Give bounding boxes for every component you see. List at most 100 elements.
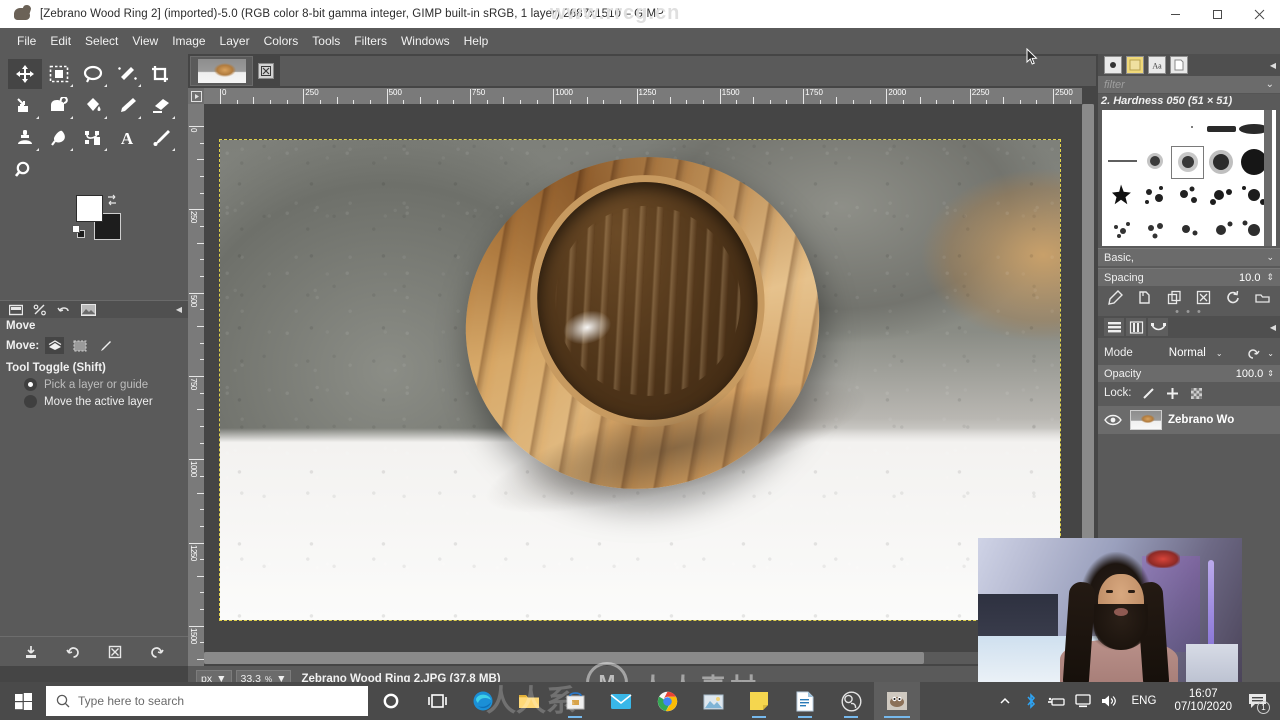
microsoft-edge-icon[interactable] (460, 682, 506, 720)
reset-tool-options-icon[interactable] (147, 642, 167, 662)
zoom-tool[interactable] (8, 155, 42, 185)
bluetooth-icon[interactable] (1018, 682, 1044, 720)
text-tool[interactable]: A (110, 123, 144, 153)
sticky-notes-icon[interactable] (736, 682, 782, 720)
layer-mode-extras[interactable]: ⌄ (1247, 347, 1274, 360)
menu-filters[interactable]: Filters (347, 31, 394, 51)
paintbrush-tool[interactable] (110, 91, 144, 121)
brush-cell[interactable] (1172, 114, 1205, 147)
tool-toggle-option-pick-layer[interactable]: Pick a layer or guide (0, 376, 188, 393)
horizontal-scrollbar-thumb[interactable] (204, 652, 924, 664)
brush-grid-scrollbar[interactable] (1264, 110, 1272, 246)
spacing-row[interactable]: Spacing 10.0 ⇕ (1098, 268, 1280, 286)
brush-cell[interactable] (1106, 147, 1139, 180)
taskbar-clock[interactable]: 16:07 07/10/2020 (1166, 688, 1240, 714)
layer-opacity-row[interactable]: Opacity 100.0 ⇕ (1098, 365, 1280, 382)
move-tool[interactable] (8, 59, 42, 89)
menu-colors[interactable]: Colors (257, 31, 306, 51)
gimp-icon[interactable] (874, 682, 920, 720)
volume-icon[interactable] (1096, 682, 1122, 720)
task-view-icon[interactable] (414, 682, 460, 720)
fonts-tab[interactable]: Aa (1148, 56, 1166, 74)
maximize-button[interactable] (1196, 0, 1238, 28)
warp-transform-tool[interactable] (42, 91, 76, 121)
vertical-scrollbar-thumb[interactable] (1082, 104, 1094, 574)
reset-colors-icon[interactable] (72, 225, 86, 239)
menu-windows[interactable]: Windows (394, 31, 457, 51)
layer-mode-dropdown[interactable]: Normal ⌄ (1169, 347, 1223, 359)
delete-tool-preset-icon[interactable] (105, 642, 125, 662)
move-layer-mode-button[interactable] (45, 337, 65, 354)
minimize-button[interactable] (1154, 0, 1196, 28)
action-center-icon[interactable]: 1 (1240, 682, 1274, 720)
paths-tab[interactable] (1148, 318, 1168, 336)
smudge-tool[interactable] (42, 123, 76, 153)
radio-pick-layer[interactable] (24, 378, 37, 391)
canvas-image[interactable] (219, 117, 1061, 621)
close-tab-icon[interactable] (258, 63, 274, 79)
layer-list-item[interactable]: Zebrano Wo (1098, 406, 1280, 434)
horizontal-ruler[interactable]: 0 250 500 750 1000 1250 1500 1750 2000 2250 2500 (204, 88, 1082, 104)
transform-tool[interactable] (8, 91, 42, 121)
ruler-unit-menu[interactable] (188, 88, 204, 104)
fuzzy-select-tool[interactable] (110, 59, 144, 89)
brush-cell[interactable] (1139, 147, 1172, 180)
show-hidden-icons-chevron[interactable] (992, 682, 1018, 720)
menu-tools[interactable]: Tools (305, 31, 347, 51)
clone-tool[interactable] (8, 123, 42, 153)
radio-move-active-layer[interactable] (24, 395, 37, 408)
chevron-down-icon[interactable]: ⌄ (1266, 79, 1274, 90)
brush-cell[interactable] (1139, 213, 1172, 246)
paths-tool[interactable] (76, 123, 110, 153)
images-tab-icon[interactable] (80, 303, 96, 317)
brush-cell[interactable] (1106, 213, 1139, 246)
microsoft-store-icon[interactable] (552, 682, 598, 720)
brush-cell[interactable] (1172, 213, 1205, 246)
foreground-color-swatch[interactable] (76, 195, 103, 222)
refresh-brushes-icon[interactable] (1224, 288, 1242, 306)
chevron-down-icon[interactable]: ⌄ (1267, 349, 1274, 358)
brush-cell[interactable] (1205, 180, 1238, 213)
eraser-tool[interactable] (144, 91, 178, 121)
layers-tab[interactable] (1104, 318, 1124, 336)
layer-visibility-eye-icon[interactable] (1102, 411, 1124, 429)
brush-cell[interactable] (1205, 114, 1238, 147)
word-icon[interactable] (782, 682, 828, 720)
lock-position-icon[interactable] (1166, 386, 1180, 400)
mail-icon[interactable] (598, 682, 644, 720)
move-selection-mode-button[interactable] (70, 337, 89, 354)
menu-layer[interactable]: Layer (213, 31, 257, 51)
rectangle-select-tool[interactable] (42, 59, 76, 89)
edit-brush-icon[interactable] (1106, 288, 1124, 306)
brush-cell[interactable] (1139, 180, 1172, 213)
brush-filter-row[interactable]: filter ⌄ (1098, 76, 1280, 94)
windows-start-icon[interactable] (0, 682, 46, 720)
restore-tool-preset-icon[interactable] (63, 642, 83, 662)
brush-cell[interactable] (1106, 114, 1139, 147)
new-brush-icon[interactable] (1136, 288, 1154, 306)
chevron-down-icon[interactable]: ⌄ (1266, 252, 1274, 263)
brush-cell[interactable] (1172, 180, 1205, 213)
language-indicator[interactable]: ENG (1122, 695, 1167, 707)
google-chrome-icon[interactable] (644, 682, 690, 720)
image-tab[interactable] (190, 56, 253, 86)
tool-toggle-option-move-layer[interactable]: Move the active layer (0, 393, 188, 410)
spinner-icon[interactable]: ⇕ (1267, 369, 1274, 378)
menu-help[interactable]: Help (457, 31, 496, 51)
lock-pixels-icon[interactable] (1142, 386, 1156, 400)
menu-image[interactable]: Image (165, 31, 212, 51)
open-brush-folder-icon[interactable] (1254, 288, 1272, 306)
lock-alpha-icon[interactable] (1190, 386, 1204, 400)
dock-resize-handle[interactable]: • • • (1098, 307, 1280, 318)
network-icon[interactable] (1070, 682, 1096, 720)
color-picker-tool[interactable] (144, 123, 178, 153)
brush-cell[interactable] (1139, 114, 1172, 147)
tool-options-collapse-arrow[interactable]: ◀ (176, 305, 182, 314)
patterns-tab[interactable] (1126, 56, 1144, 74)
swap-colors-icon[interactable] (106, 193, 118, 206)
undo-history-tab-icon[interactable] (56, 303, 72, 317)
move-path-mode-button[interactable] (95, 337, 114, 354)
menu-select[interactable]: Select (78, 31, 125, 51)
brush-cell[interactable] (1205, 213, 1238, 246)
brush-set-row[interactable]: Basic, ⌄ (1098, 248, 1280, 266)
